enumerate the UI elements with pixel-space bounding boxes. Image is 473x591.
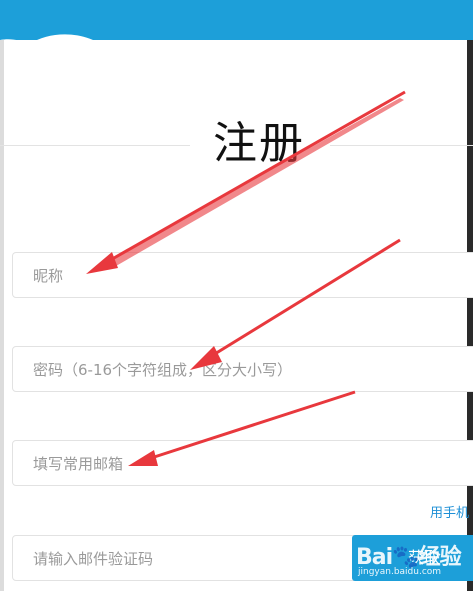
verify-code-placeholder: 请输入邮件验证码 [33,550,154,568]
left-edge [0,40,4,591]
password-field[interactable]: 密码（6-16个字符组成，区分大小写） [12,346,473,392]
title-divider-right [330,145,473,146]
nickname-field[interactable]: 昵称 [12,252,473,298]
phone-register-link[interactable]: 用手机 [430,502,469,521]
email-field[interactable]: 填写常用邮箱 [12,440,473,486]
nickname-placeholder: 昵称 [33,267,64,285]
watermark-url: jingyan.baidu.com [358,567,442,577]
title-divider-left [0,145,190,146]
baidu-watermark: Bai🐾经验 jingyan.baidu.com [356,537,468,581]
email-placeholder: 填写常用邮箱 [33,455,124,473]
password-placeholder: 密码（6-16个字符组成，区分大小写） [33,361,293,379]
page-title: 注册 [213,118,305,169]
